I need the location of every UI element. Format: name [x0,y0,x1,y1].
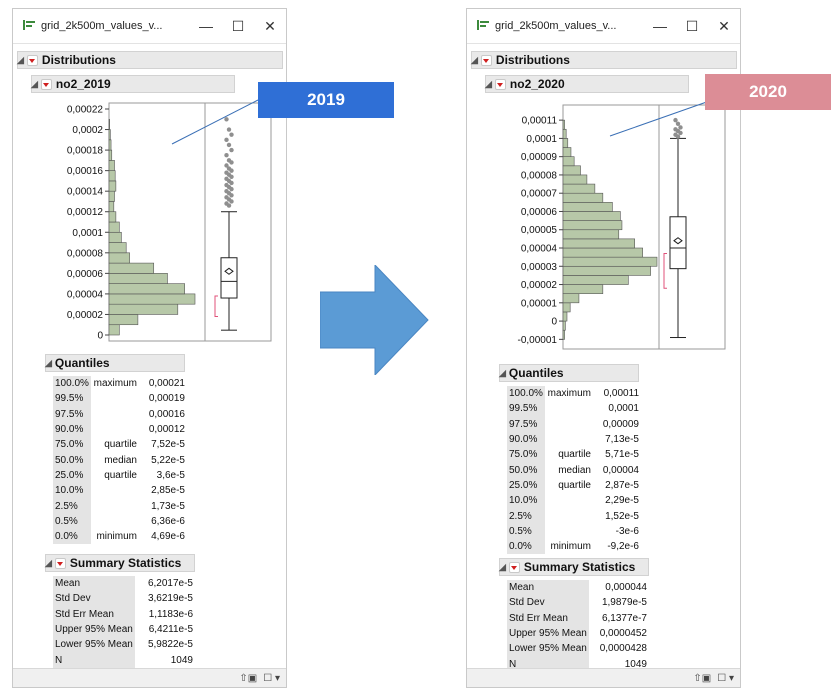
distributions-label: Distributions [495,53,570,67]
year-badge-2019: 2019 [258,82,394,118]
red-triangle-menu-icon[interactable] [54,557,66,569]
red-triangle-menu-icon[interactable] [480,54,492,66]
disclosure-icon[interactable]: ◢ [45,358,52,369]
disclosure-icon[interactable]: ◢ [45,558,52,569]
callout-line-2019 [171,99,259,145]
quantiles-label: Quantiles [508,366,564,380]
red-triangle-menu-icon[interactable] [494,78,506,90]
red-triangle-menu-icon[interactable] [508,561,520,573]
summary-label: Summary Statistics [523,560,636,574]
disclosure-icon[interactable]: ◢ [499,562,506,573]
disclosure-icon[interactable]: ◢ [471,55,478,66]
disclosure-icon[interactable]: ◢ [499,368,506,379]
quantiles-label: Quantiles [54,356,110,370]
red-triangle-menu-icon[interactable] [26,54,38,66]
variable-label: no2_2019 [55,77,111,91]
disclosure-icon[interactable]: ◢ [485,79,492,90]
summary-label: Summary Statistics [69,556,182,570]
disclosure-icon[interactable]: ◢ [17,55,24,66]
callout-line-2020 [609,97,719,137]
disclosure-icon[interactable]: ◢ [31,79,38,90]
red-triangle-menu-icon[interactable] [40,78,52,90]
year-badge-2020: 2020 [705,74,831,110]
distributions-label: Distributions [41,53,116,67]
variable-label: no2_2020 [509,77,565,91]
